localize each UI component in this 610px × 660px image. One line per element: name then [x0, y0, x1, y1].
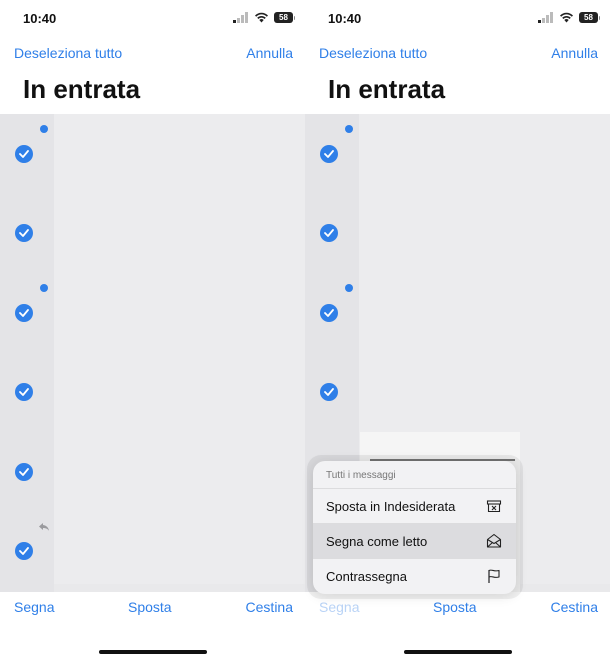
trash-button[interactable]: Cestina	[246, 599, 293, 615]
wifi-icon	[255, 12, 268, 23]
move-button[interactable]: Sposta	[433, 599, 477, 615]
status-icons: 58	[538, 12, 600, 23]
home-indicator	[403, 650, 512, 654]
menu-item-label: Segna come letto	[326, 533, 428, 549]
cellular-signal-icon	[538, 12, 553, 23]
unread-dot	[40, 125, 48, 133]
replied-arrow-icon	[39, 523, 49, 531]
cancel-button[interactable]: Annulla	[551, 45, 598, 61]
deselect-all-button[interactable]: Deseleziona tutto	[14, 45, 122, 61]
nav-bar: Deseleziona tutto Annulla	[305, 44, 610, 66]
selected-checkmark-icon[interactable]	[15, 304, 33, 322]
open-envelope-icon	[486, 533, 502, 548]
selected-checkmark-icon[interactable]	[15, 224, 33, 242]
bottom-toolbar: Segna Sposta Cestina	[305, 592, 610, 660]
message-list	[0, 114, 305, 592]
menu-item-label: Contrassegna	[326, 569, 407, 584]
cancel-button[interactable]: Annulla	[246, 45, 293, 61]
left-screen: 10:40 58 Deseleziona tutto Annulla In en…	[0, 0, 305, 660]
selected-checkmark-icon[interactable]	[320, 145, 338, 163]
mark-button[interactable]: Segna	[319, 599, 359, 615]
selected-checkmark-icon[interactable]	[15, 542, 33, 560]
selected-checkmark-icon[interactable]	[15, 383, 33, 401]
selected-checkmark-icon[interactable]	[15, 145, 33, 163]
menu-item-label: Sposta in Indesiderata	[326, 498, 456, 514]
unread-dot	[40, 284, 48, 292]
selected-checkmark-icon[interactable]	[320, 304, 338, 322]
trash-button[interactable]: Cestina	[551, 599, 598, 615]
menu-item-move-to-junk[interactable]: Sposta in Indesiderata	[313, 489, 516, 524]
battery-icon: 58	[274, 12, 295, 23]
mailbox-title: In entrata	[328, 74, 446, 104]
home-indicator	[98, 650, 207, 654]
status-bar: 10:40 58	[305, 0, 610, 36]
status-time: 10:40	[328, 11, 362, 26]
selected-checkmark-icon[interactable]	[320, 224, 338, 242]
message-list-pane	[54, 114, 305, 584]
menu-header: Tutti i messaggi	[313, 461, 516, 489]
cellular-signal-icon	[233, 12, 248, 23]
status-bar: 10:40 58	[0, 0, 305, 36]
unread-dot	[345, 284, 353, 292]
status-icons: 58	[233, 12, 295, 23]
mark-menu: Tutti i messaggi Sposta in Indesiderata …	[313, 461, 516, 594]
move-button[interactable]: Sposta	[128, 599, 172, 615]
nav-bar: Deseleziona tutto Annulla	[0, 44, 305, 66]
battery-level: 58	[279, 13, 288, 22]
junk-box-icon	[486, 500, 502, 513]
menu-item-flag[interactable]: Contrassegna	[313, 559, 516, 594]
menu-item-mark-as-read[interactable]: Segna come letto	[313, 524, 516, 559]
mark-button[interactable]: Segna	[14, 599, 54, 615]
battery-level: 58	[584, 13, 593, 22]
selected-checkmark-icon[interactable]	[320, 383, 338, 401]
battery-icon: 58	[579, 12, 600, 23]
unread-dot	[345, 125, 353, 133]
wifi-icon	[560, 12, 573, 23]
mailbox-title: In entrata	[23, 74, 141, 104]
flag-icon	[488, 569, 500, 583]
deselect-all-button[interactable]: Deseleziona tutto	[319, 45, 427, 61]
bottom-toolbar: Segna Sposta Cestina	[0, 592, 305, 660]
selection-gutter	[0, 114, 54, 592]
status-time: 10:40	[23, 11, 57, 26]
selected-checkmark-icon[interactable]	[15, 463, 33, 481]
